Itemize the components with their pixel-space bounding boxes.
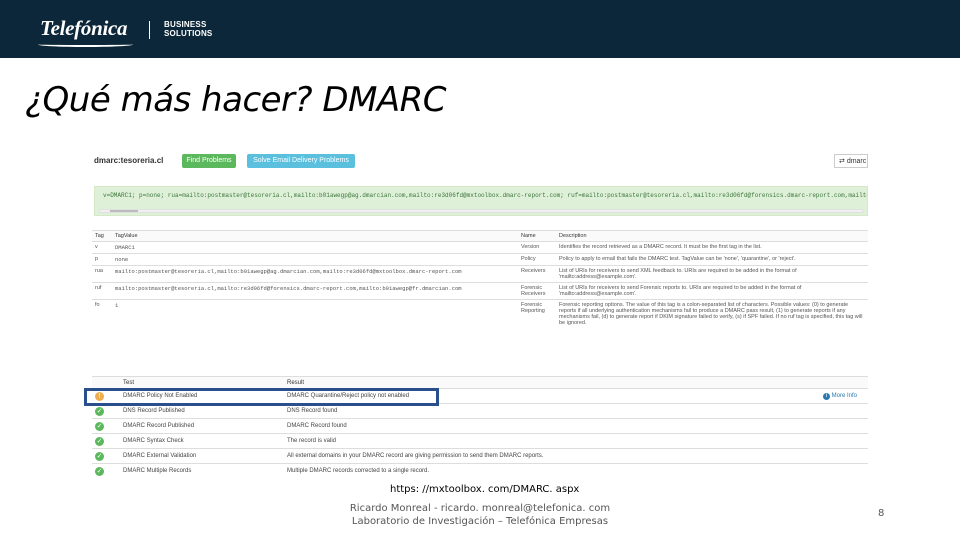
col-status [92, 376, 120, 389]
tag-desc-cell: Forensic reporting options. The value of… [556, 299, 868, 328]
slide-footer: Ricardo Monreal - ricardo. monreal@telef… [340, 502, 620, 528]
solutions-line: SOLUTIONS [164, 29, 213, 38]
footer-author: Ricardo Monreal - ricardo. monreal@telef… [349, 503, 611, 514]
tag-desc-cell: Policy to apply to email that fails the … [556, 253, 868, 266]
dmarc-dropdown-label: dmarc [846, 158, 867, 165]
status-cell: ✓ [92, 433, 120, 449]
record-scrollbar[interactable] [99, 209, 863, 213]
table-row: ✓ DMARC Syntax Check The record is valid [92, 433, 868, 449]
table-row: v DMARC1 Version Identifies the record r… [92, 241, 868, 254]
tag-cell: ruf [92, 282, 112, 300]
check-icon: ✓ [95, 421, 104, 431]
result-cell: All external domains in your DMARC recor… [284, 448, 820, 464]
tag-value-cell: DMARC1 [112, 241, 518, 254]
tag-desc-cell: Identifies the record retrieved as a DMA… [556, 241, 868, 254]
tag-value-cell: mailto:postmaster@tesoreria.cl,mailto:b0… [112, 265, 518, 283]
status-cell: ✓ [92, 463, 120, 478]
tag-value-cell: mailto:postmaster@tesoreria.cl,mailto:re… [112, 282, 518, 300]
tag-name-cell: Forensic Reporting [518, 299, 556, 328]
footer-lab: Laboratorio de Investigación – Telefónic… [351, 516, 609, 527]
tag-name-cell: Policy [518, 253, 556, 266]
table-row: ✓ DMARC External Validation All external… [92, 448, 868, 464]
check-icon: ✓ [95, 466, 104, 476]
table-row: ruf mailto:postmaster@tesoreria.cl,mailt… [92, 282, 868, 300]
col-name: Name [518, 230, 556, 242]
more-info-cell [820, 403, 868, 419]
test-cell: DMARC Syntax Check [120, 433, 284, 449]
info-icon[interactable]: i [823, 392, 830, 400]
page-number: 8 [878, 508, 885, 519]
col-test: Test [120, 376, 284, 389]
tag-cell: v [92, 241, 112, 254]
results-header: Test Result [92, 376, 868, 389]
tag-name-cell: Version [518, 241, 556, 254]
col-tagvalue: TagValue [112, 230, 518, 242]
result-cell: The record is valid [284, 433, 820, 449]
status-cell: ✓ [92, 448, 120, 464]
tag-name-cell: Receivers [518, 265, 556, 283]
tag-name-cell: Forensic Receivers [518, 282, 556, 300]
more-info-cell [820, 448, 868, 464]
table-row: rua mailto:postmaster@tesoreria.cl,mailt… [92, 265, 868, 283]
dmarc-record-text: v=DMARC1; p=none; rua=mailto:postmaster@… [103, 192, 867, 199]
more-info-cell [820, 433, 868, 449]
dmarc-dropdown-button[interactable]: ⇄ dmarc [834, 154, 868, 168]
col-description: Description [556, 230, 868, 242]
lookup-domain: dmarc:tesoreria.cl [94, 156, 164, 165]
more-info-cell[interactable]: i More Info [820, 388, 868, 404]
more-info-cell [820, 418, 868, 434]
slide-title: ¿Qué más hacer? DMARC [25, 80, 447, 120]
find-problems-button[interactable]: Find Problems [182, 154, 236, 168]
test-cell: DMARC Multiple Records [120, 463, 284, 478]
more-info-link[interactable]: More Info [832, 393, 857, 399]
business-solutions-label: BUSINESS SOLUTIONS [164, 20, 212, 38]
solve-delivery-button[interactable]: Solve Email Delivery Problems [247, 154, 355, 168]
mxtoolbox-screenshot: dmarc:tesoreria.cl Find Problems Solve E… [92, 148, 868, 484]
source-url[interactable]: https: //mxtoolbox. com/DMARC. aspx [390, 484, 579, 495]
status-cell: ✓ [92, 418, 120, 434]
logo-swoosh-icon [38, 42, 133, 47]
table-row: ✓ DMARC Multiple Records Multiple DMARC … [92, 463, 868, 478]
result-cell: DMARC Record found [284, 418, 820, 434]
business-line: BUSINESS [164, 20, 207, 29]
test-cell: DMARC External Validation [120, 448, 284, 464]
tag-cell: fo [92, 299, 112, 328]
tag-desc-cell: List of URIs for receivers to send Foren… [556, 282, 868, 300]
test-cell: DMARC Record Published [120, 418, 284, 434]
result-cell: Multiple DMARC records corrected to a si… [284, 463, 820, 478]
tag-cell: rua [92, 265, 112, 283]
more-info-cell [820, 463, 868, 478]
tag-cell: p [92, 253, 112, 266]
tag-value-cell: 1 [112, 299, 518, 328]
top-banner: Telefónica BUSINESS SOLUTIONS [0, 0, 960, 58]
policy-highlight-box [84, 388, 439, 406]
check-icon: ✓ [95, 436, 104, 446]
col-tag: Tag [92, 230, 112, 242]
col-more [820, 376, 868, 389]
logo-divider [149, 21, 150, 39]
tag-value-cell: none [112, 253, 518, 266]
check-icon: ✓ [95, 406, 104, 416]
record-scrollbar-thumb[interactable] [110, 210, 138, 212]
tag-table-header: Tag TagValue Name Description [92, 230, 868, 242]
dmarc-record-box: v=DMARC1; p=none; rua=mailto:postmaster@… [94, 186, 868, 216]
col-result: Result [284, 376, 820, 389]
tag-desc-cell: List of URIs for receivers to send XML f… [556, 265, 868, 283]
table-row: fo 1 Forensic Reporting Forensic reporti… [92, 299, 868, 328]
table-row: p none Policy Policy to apply to email t… [92, 253, 868, 266]
tag-table: Tag TagValue Name Description v DMARC1 V… [92, 230, 868, 328]
check-icon: ✓ [95, 451, 104, 461]
telefonica-logo: Telefónica [40, 16, 128, 40]
table-row: ✓ DMARC Record Published DMARC Record fo… [92, 418, 868, 434]
